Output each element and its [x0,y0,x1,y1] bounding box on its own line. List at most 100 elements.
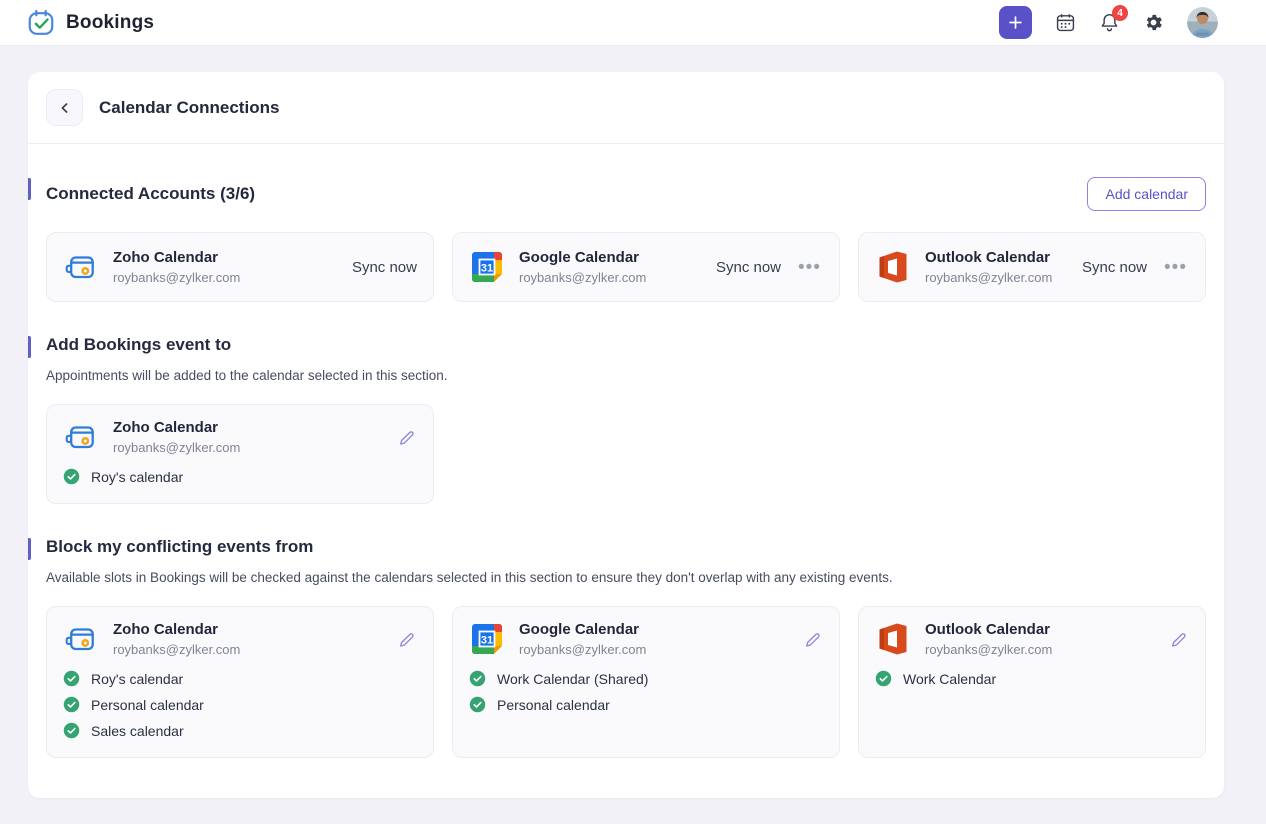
notification-badge: 4 [1112,5,1128,21]
calendar-item: Personal calendar [63,696,417,713]
section-accent-bar [28,538,31,560]
section-connected-accounts-header: Connected Accounts (3/6) Add calendar [46,177,1206,211]
zoho-calendar-icon [63,419,99,455]
calendar-item: Roy's calendar [63,468,417,485]
sync-now-button[interactable]: Sync now [352,259,417,276]
provider-name: Zoho Calendar [113,419,240,436]
app-title: Bookings [66,12,154,34]
top-navigation-bar: Bookings [0,0,1266,46]
calendar-name: Personal calendar [497,697,610,713]
block-card-outlook: Outlook Calendar roybanks@zylker.com [858,606,1206,758]
account-email: roybanks@zylker.com [519,270,646,285]
edit-button[interactable] [1168,629,1189,650]
account-info: Zoho Calendar roybanks@zylker.com [113,249,240,285]
section-accent-bar [28,336,31,358]
calendar-nav-button[interactable] [1055,12,1076,33]
account-info: Outlook Calendar roybanks@zylker.com [925,249,1052,285]
pencil-icon [1170,631,1187,648]
ellipsis-icon: ••• [1164,257,1187,278]
notifications-button[interactable]: 4 [1099,12,1120,33]
google-calendar-icon: 31 [469,621,505,657]
zoho-calendar-icon [63,621,99,657]
account-card-outlook: Outlook Calendar roybanks@zylker.com Syn… [858,232,1206,302]
back-button[interactable] [46,89,83,126]
account-info: Google Calendar roybanks@zylker.com [519,621,646,657]
calendar-icon [1055,12,1076,33]
calendar-item: Personal calendar [469,696,823,713]
plus-icon [1008,15,1023,30]
account-info: Zoho Calendar roybanks@zylker.com [113,419,240,455]
add-calendar-button[interactable]: Add calendar [1087,177,1206,211]
svg-text:31: 31 [481,635,493,647]
provider-name: Zoho Calendar [113,249,240,266]
pencil-icon [398,429,415,446]
selected-calendars-list: Roy's calendar Personal calendar Sales c… [63,670,417,739]
account-card-google: 31 Google Calendar roybanks@zylker.com S… [452,232,840,302]
svg-text:31: 31 [481,263,493,275]
add-event-description: Appointments will be added to the calend… [46,368,1206,383]
calendar-name: Sales calendar [91,723,184,739]
account-info: Outlook Calendar roybanks@zylker.com [925,621,1052,657]
panel-header: Calendar Connections [28,72,1224,144]
more-options-button[interactable]: ••• [796,258,823,277]
avatar[interactable] [1187,7,1218,38]
account-card-zoho: Zoho Calendar roybanks@zylker.com Sync n… [46,232,434,302]
create-button[interactable] [999,6,1032,39]
edit-button[interactable] [396,629,417,650]
calendar-item: Roy's calendar [63,670,417,687]
calendar-connections-panel: Calendar Connections Connected Accounts … [28,72,1224,798]
pencil-icon [398,631,415,648]
calendar-name: Work Calendar (Shared) [497,671,648,687]
zoho-calendar-icon [63,249,99,285]
chevron-left-icon [58,101,72,115]
check-circle-icon [63,670,80,687]
block-events-title: Block my conflicting events from [46,537,313,557]
add-event-cards: Zoho Calendar roybanks@zylker.com [46,404,1206,504]
calendar-name: Work Calendar [903,671,996,687]
outlook-calendar-icon [875,621,911,657]
provider-name: Outlook Calendar [925,621,1052,638]
calendar-name: Roy's calendar [91,671,183,687]
edit-button[interactable] [396,427,417,448]
check-circle-icon [63,468,80,485]
account-email: roybanks@zylker.com [925,642,1052,657]
google-calendar-icon: 31 [469,249,505,285]
bookings-logo-icon [26,8,56,38]
block-events-cards: Zoho Calendar roybanks@zylker.com [46,606,1206,758]
sync-now-button[interactable]: Sync now [716,259,781,276]
selected-calendars-list: Work Calendar [875,670,1189,687]
provider-name: Zoho Calendar [113,621,240,638]
check-circle-icon [469,670,486,687]
calendar-item: Work Calendar [875,670,1189,687]
account-info: Google Calendar roybanks@zylker.com [519,249,646,285]
page-title: Calendar Connections [99,98,279,118]
account-email: roybanks@zylker.com [519,642,646,657]
provider-name: Google Calendar [519,249,646,266]
connected-accounts-cards: Zoho Calendar roybanks@zylker.com Sync n… [46,232,1206,302]
block-events-description: Available slots in Bookings will be chec… [46,570,1206,585]
more-options-button[interactable]: ••• [1162,258,1189,277]
section-add-event-header: Add Bookings event to [46,335,1206,355]
pencil-icon [804,631,821,648]
account-info: Zoho Calendar roybanks@zylker.com [113,621,240,657]
calendar-name: Roy's calendar [91,469,183,485]
calendar-name: Personal calendar [91,697,204,713]
add-event-title: Add Bookings event to [46,335,231,355]
provider-name: Google Calendar [519,621,646,638]
ellipsis-icon: ••• [798,257,821,278]
check-circle-icon [469,696,486,713]
settings-button[interactable] [1143,12,1164,33]
outlook-calendar-icon [875,249,911,285]
account-email: roybanks@zylker.com [113,270,240,285]
connected-accounts-title: Connected Accounts (3/6) [46,184,255,204]
account-email: roybanks@zylker.com [113,440,240,455]
gear-icon [1143,12,1164,33]
topbar-actions: 4 [999,6,1218,39]
brand: Bookings [26,8,154,38]
check-circle-icon [63,696,80,713]
section-block-events-header: Block my conflicting events from [46,537,1206,557]
block-card-google: 31 Google Calendar roybanks@zylker.com [452,606,840,758]
sync-now-button[interactable]: Sync now [1082,259,1147,276]
edit-button[interactable] [802,629,823,650]
section-accent-bar [28,178,31,200]
